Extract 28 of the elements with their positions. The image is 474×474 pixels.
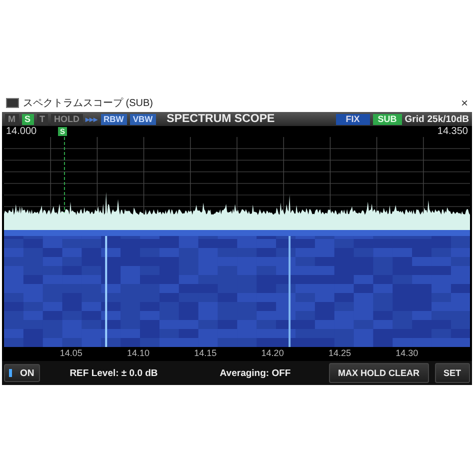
arrows-indicator: ▸▸▸ [86,114,98,124]
start-frequency: 14.000 [6,126,37,137]
axis-label: 14.20 [261,348,284,358]
status-indicator: S [22,114,34,124]
grid-value: 25k/10dB [427,114,469,124]
action-button[interactable]: MAX HOLD CLEAR [329,363,428,383]
action-button[interactable]: SET [434,363,470,383]
filter-button[interactable]: VBW [130,114,156,124]
axis-label: 14.15 [194,348,217,358]
scope-title: SPECTRUM SCOPE [166,113,276,125]
end-frequency: 14.350 [437,126,468,137]
band-indicator: SUB [372,114,402,124]
axis-label: 14.05 [60,348,82,358]
averaging-text: Averaging: OFF [218,368,292,378]
filter-button[interactable]: RBW [100,114,127,124]
mode-button[interactable]: FIX [336,114,370,124]
status-indicator: T [36,114,48,124]
status-indicator: HOLD [51,114,83,124]
status-indicator: M [5,114,18,124]
ref-level-text: REF Level: ± 0.0 dB [68,368,159,378]
axis-label: 14.25 [328,348,351,358]
axis-label: 14.30 [396,348,418,358]
on-button[interactable]: ON [4,364,40,382]
app-icon [6,98,19,108]
grid-label: Grid [404,114,424,124]
window-title: スペクトラムスコープ (SUB) [23,96,154,110]
close-button[interactable]: × [460,96,468,110]
axis-label: 14.10 [127,348,150,358]
